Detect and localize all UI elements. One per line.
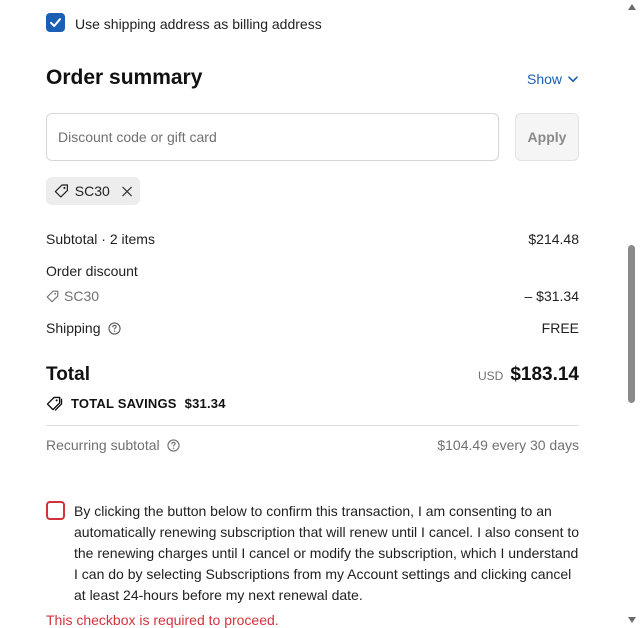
total-currency: USD <box>477 369 504 383</box>
order-discount-code: SC30 <box>64 288 100 304</box>
subscription-consent-checkbox[interactable] <box>46 501 65 520</box>
show-summary-label[interactable]: Show <box>527 71 562 87</box>
help-icon[interactable] <box>107 321 121 335</box>
help-icon[interactable] <box>166 438 180 452</box>
remove-discount-close-icon[interactable] <box>122 186 132 197</box>
discount-code-input[interactable] <box>46 113 499 161</box>
scroll-down-arrow-icon[interactable] <box>628 617 636 623</box>
tag-icon <box>46 290 59 302</box>
total-label: Total <box>46 364 90 385</box>
consent-error-message: This checkbox is required to proceed. <box>46 612 279 628</box>
order-discount-code-row: SC30 <box>46 288 99 304</box>
divider <box>46 425 579 426</box>
billing-same-as-shipping-checkbox[interactable] <box>46 13 65 32</box>
vertical-scrollbar[interactable] <box>624 0 640 628</box>
checkout-summary-panel: Use shipping address as billing address … <box>0 0 624 628</box>
applied-discount-code: SC30 <box>74 183 110 199</box>
shipping-label: Shipping <box>46 320 101 336</box>
recurring-subtotal-row-label: Recurring subtotal <box>46 437 180 453</box>
total-savings-label: TOTAL SAVINGS <box>71 396 177 411</box>
checkmark-icon <box>50 18 61 27</box>
total-value: USD $183.14 <box>478 364 579 386</box>
shipping-value: FREE <box>541 320 579 336</box>
order-discount-label: Order discount <box>46 263 138 279</box>
subscription-consent-text: By clicking the button below to confirm … <box>74 503 580 603</box>
total-savings: TOTAL SAVINGS $31.34 <box>46 396 226 411</box>
order-summary-title: Order summary <box>46 66 203 89</box>
shipping-row-label: Shipping <box>46 320 121 336</box>
subtotal-value: $214.48 <box>528 231 579 247</box>
scrollbar-thumb[interactable] <box>628 245 635 403</box>
billing-checkbox-label[interactable]: Use shipping address as billing address <box>75 16 322 32</box>
applied-discount-chip: SC30 <box>46 177 140 205</box>
savings-tag-icon <box>46 396 63 411</box>
tag-icon <box>54 184 69 198</box>
recurring-subtotal-value: $104.49 every 30 days <box>437 437 579 453</box>
show-summary-toggle[interactable]: Show <box>527 71 578 87</box>
scroll-up-arrow-icon[interactable] <box>628 4 636 10</box>
total-savings-value: $31.34 <box>184 396 226 411</box>
recurring-subtotal-label: Recurring subtotal <box>46 437 160 453</box>
apply-discount-button[interactable]: Apply <box>515 113 579 161</box>
chevron-down-icon[interactable] <box>568 75 578 83</box>
subtotal-label: Subtotal · 2 items <box>46 231 155 247</box>
total-amount: $183.14 <box>510 364 579 385</box>
order-discount-value: – $31.34 <box>524 288 580 304</box>
